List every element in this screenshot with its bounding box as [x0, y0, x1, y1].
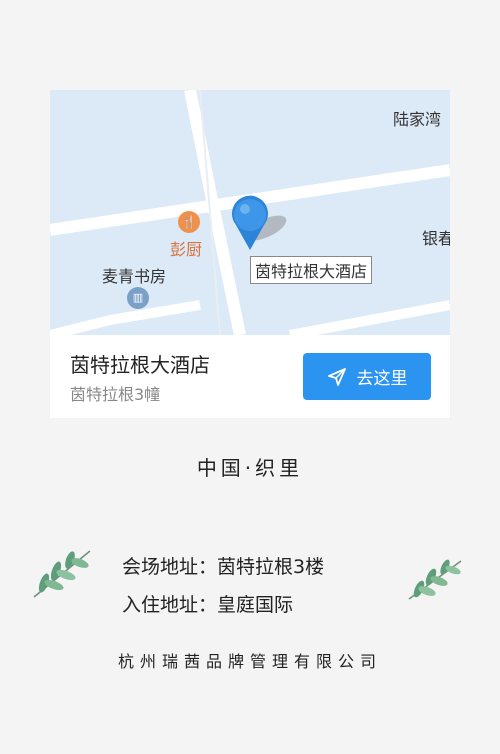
location-title: 茵特拉根大酒店 — [70, 353, 210, 377]
navigate-button-label: 去这里 — [356, 369, 408, 389]
map-label-pengchu[interactable]: 彭厨 — [170, 236, 202, 260]
send-icon — [327, 367, 346, 386]
bookstore-icon[interactable]: ▥ — [127, 287, 149, 309]
location-info: 茵特拉根大酒店 茵特拉根3幢 去这里 — [50, 335, 450, 418]
leaf-right-icon — [408, 559, 462, 600]
map-view[interactable]: 陆家湾 银春 🍴 彭厨 麦青书房 ▥ 茵特拉根大酒店 — [50, 90, 450, 335]
venue-address: 会场地址：茵特拉根3楼 — [122, 556, 325, 578]
map-label-yin: 银春 — [422, 229, 450, 248]
navigate-button[interactable]: 去这里 — [303, 353, 431, 400]
map-label-lujiawan: 陆家湾 — [393, 110, 442, 129]
stay-address: 入住地址：皇庭国际 — [122, 594, 294, 616]
map-roads — [50, 90, 450, 335]
region-text: 中国·织里 — [196, 456, 304, 480]
restaurant-icon[interactable]: 🍴 — [178, 211, 200, 233]
map-label-maiqing[interactable]: 麦青书房 — [102, 263, 166, 287]
location-subtitle: 茵特拉根3幢 — [70, 385, 161, 404]
leaf-left-icon — [33, 550, 91, 598]
company-name: 杭州瑞茜品牌管理有限公司 — [117, 652, 382, 671]
map-pin-label[interactable]: 茵特拉根大酒店 — [250, 256, 373, 284]
location-card[interactable]: 陆家湾 银春 🍴 彭厨 麦青书房 ▥ 茵特拉根大酒店 茵特拉根大酒店 茵特拉根3… — [50, 90, 450, 418]
